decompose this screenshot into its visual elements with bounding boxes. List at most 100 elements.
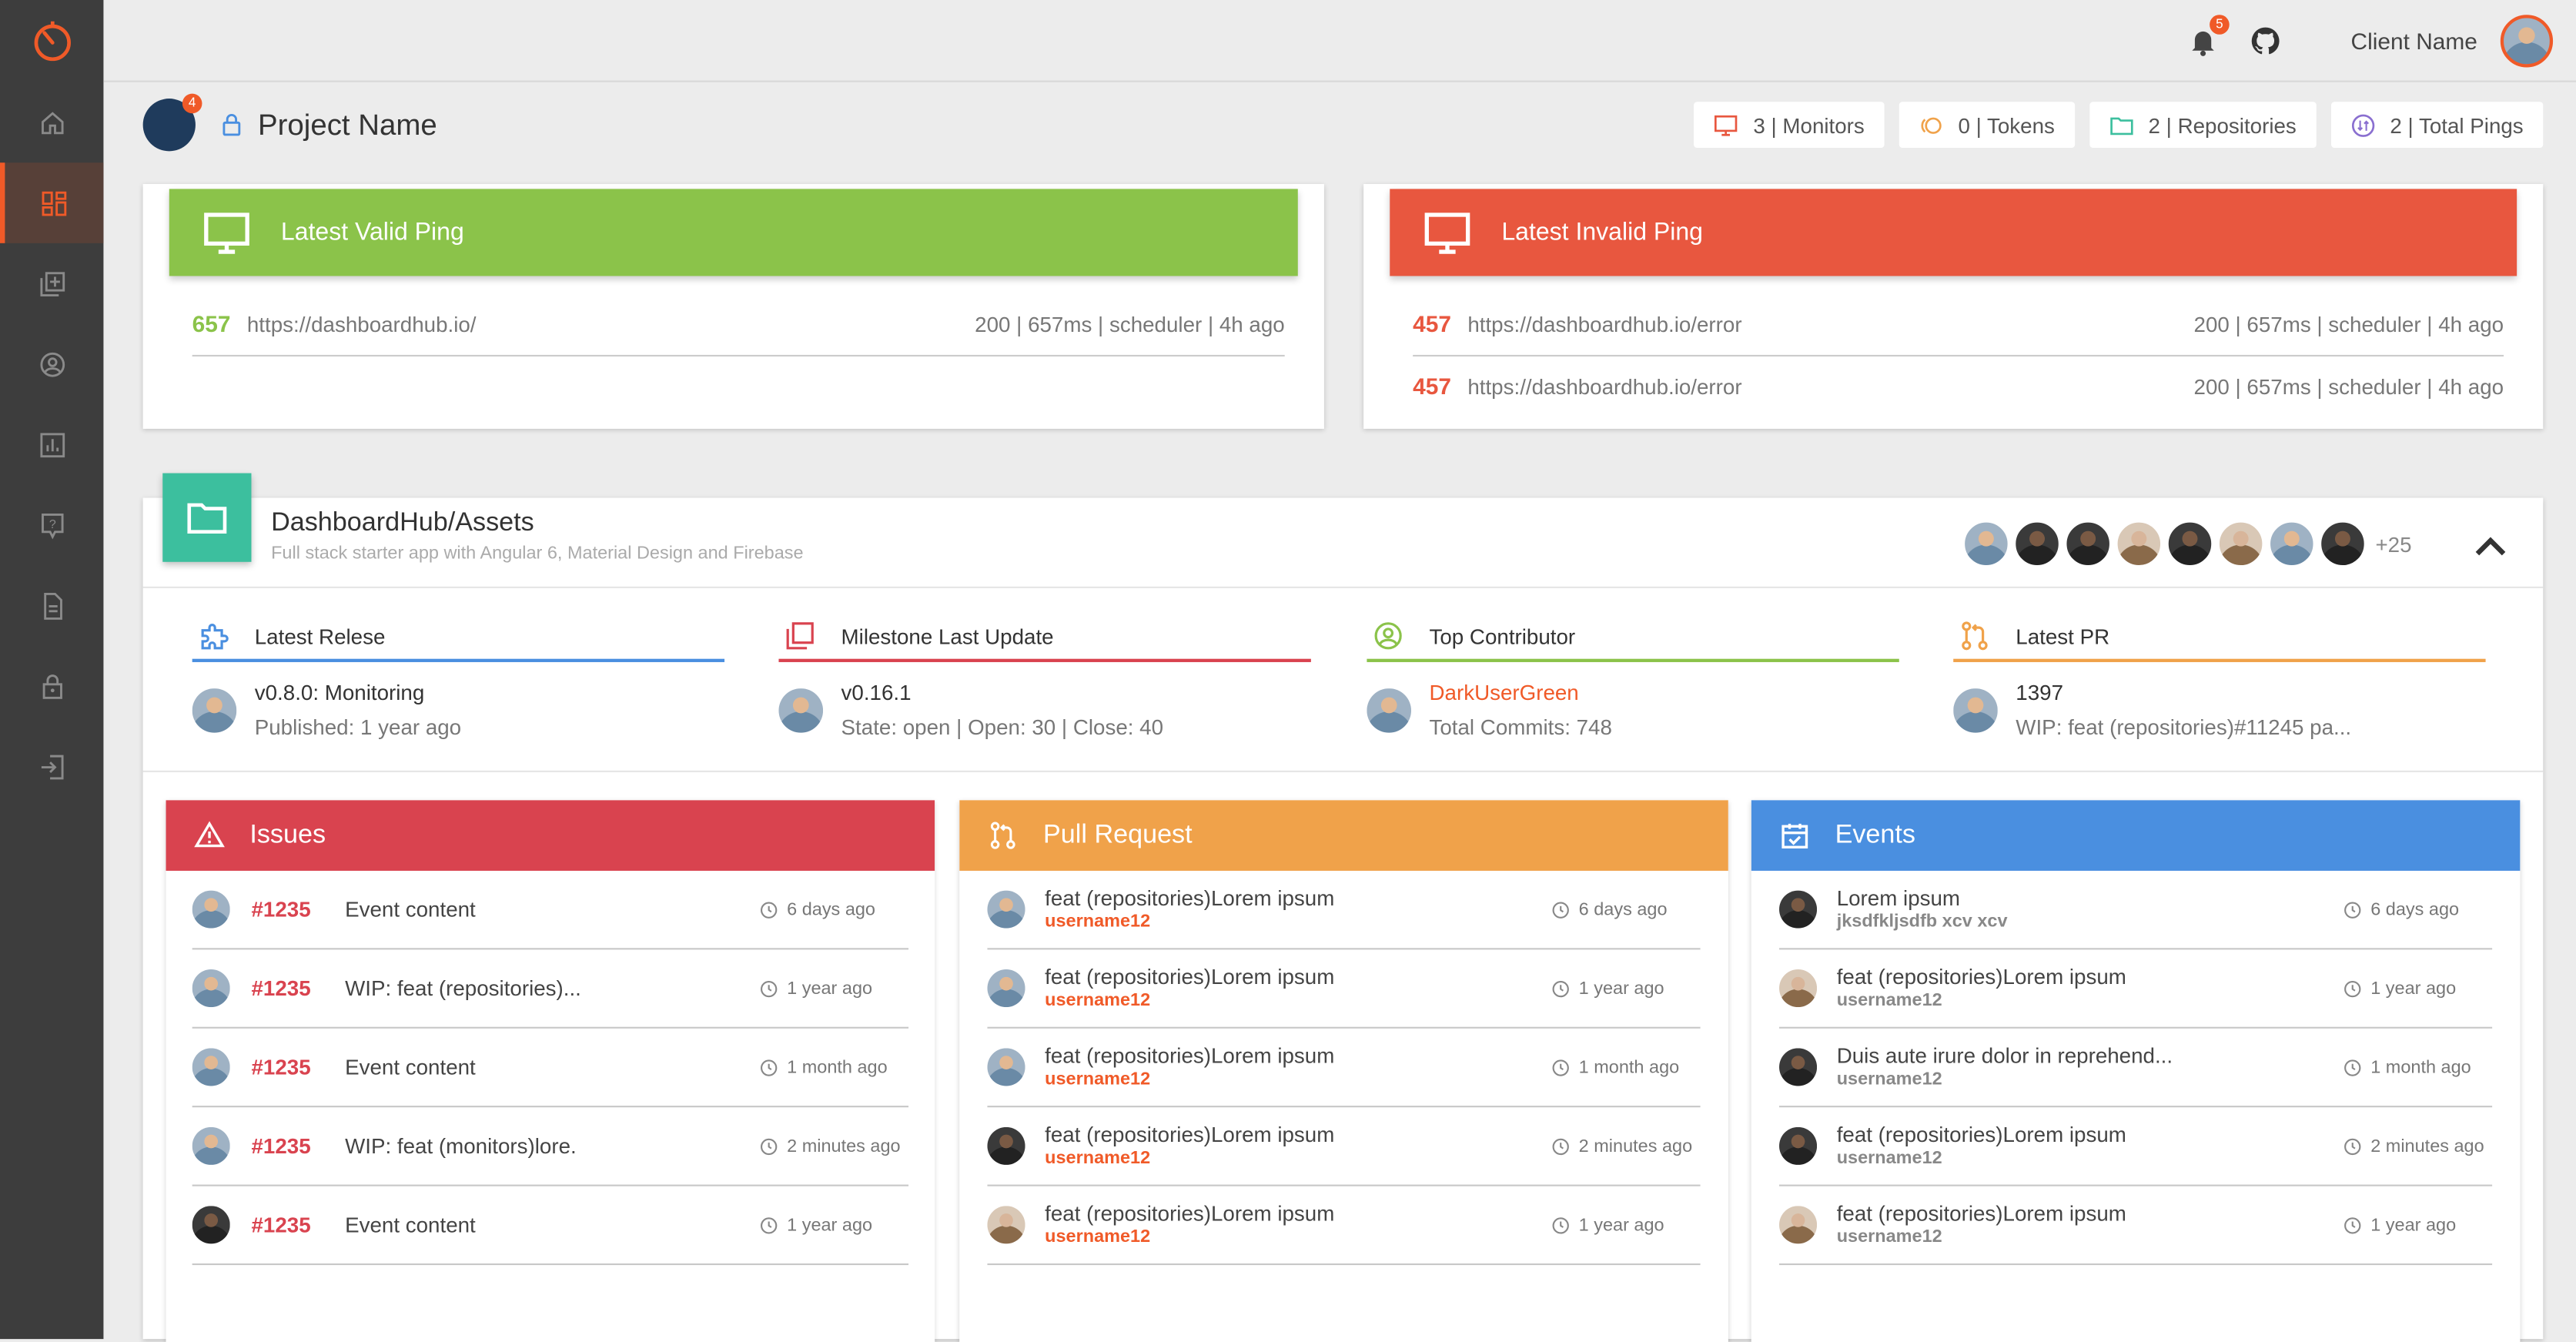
project-stats: 3 | Monitors 0 | Tokens 2 | Repositories… — [1694, 102, 2544, 149]
pings-stat[interactable]: 2 | Total Pings — [2330, 102, 2544, 149]
ping-row[interactable]: 457 https://dashboardhub.io/error 200 | … — [1413, 355, 2504, 417]
event-row[interactable]: Duis aute irure dolor in reprehend... use… — [1779, 1029, 2493, 1108]
issue-number[interactable]: #1235 — [251, 976, 345, 1001]
sidebar-item-account[interactable] — [0, 323, 103, 404]
event-user[interactable]: jksdfkljsdfb xcv xcv — [1837, 910, 2343, 933]
event-available-icon — [1781, 823, 1808, 848]
latest-pr-body: 1397 WIP: feat (repositories)#11245 pa..… — [1953, 675, 2485, 745]
pr-user[interactable]: username12 — [1045, 989, 1551, 1012]
event-row[interactable]: Lorem ipsum jksdfkljsdfb xcv xcv 6 days a… — [1779, 871, 2493, 950]
event-user[interactable]: username12 — [1837, 1068, 2343, 1091]
issue-row[interactable]: #1235 WIP: feat (repositories)... 1 year… — [192, 949, 909, 1029]
notifications-button[interactable]: 5 — [2186, 14, 2230, 57]
lock-icon — [42, 674, 62, 698]
pr-user[interactable]: username12 — [1045, 910, 1551, 933]
library-icon — [786, 622, 814, 650]
time-label: 2 minutes ago — [787, 1136, 901, 1156]
sidebar-item-home[interactable] — [0, 82, 103, 163]
repositories-stat[interactable]: 2 | Repositories — [2089, 102, 2317, 149]
issue-number[interactable]: #1235 — [251, 1133, 345, 1158]
top-bar: 5 Client Name — [103, 0, 2576, 82]
contributor-avatar[interactable] — [2319, 520, 2366, 567]
pull-request-row[interactable]: feat (repositories)Lorem ipsum username12… — [987, 949, 1701, 1029]
sidebar-item-security[interactable] — [0, 646, 103, 727]
issue-time: 2 minutes ago — [759, 1136, 908, 1156]
issue-row[interactable]: #1235 Event content 1 month ago — [192, 1029, 909, 1108]
contributor-name[interactable]: DarkUserGreen — [1429, 675, 1611, 710]
client-name[interactable]: Client Name — [2351, 27, 2477, 53]
pr-time: 1 year ago — [1551, 1215, 1700, 1235]
github-icon[interactable] — [2249, 24, 2282, 57]
event-row[interactable]: feat (repositories)Lorem ipsum username12… — [1779, 1107, 2493, 1186]
lock-icon[interactable] — [219, 112, 245, 138]
pull-request-row[interactable]: feat (repositories)Lorem ipsum username12… — [987, 1186, 1701, 1266]
release-name[interactable]: v0.8.0: Monitoring — [255, 675, 461, 710]
user-avatar[interactable] — [2500, 14, 2554, 67]
monitors-stat[interactable]: 3 | Monitors — [1694, 102, 1885, 149]
pr-number[interactable]: 1397 — [2016, 675, 2351, 710]
pr-user[interactable]: username12 — [1045, 1068, 1551, 1091]
issue-number[interactable]: #1235 — [251, 1055, 345, 1079]
contributor-avatar[interactable] — [2166, 520, 2213, 567]
issue-row[interactable]: #1235 Event content 1 year ago — [192, 1186, 909, 1266]
event-user[interactable]: username12 — [1837, 1226, 2343, 1249]
avatar — [192, 1126, 230, 1165]
issue-time: 1 year ago — [759, 1215, 908, 1235]
contributor-avatar[interactable] — [2065, 520, 2111, 567]
sidebar-item-dashboard[interactable] — [0, 162, 104, 243]
invalid-ping-title: Latest Invalid Ping — [1501, 218, 1703, 247]
issue-row[interactable]: #1235 WIP: feat (monitors)lore. 2 minute… — [192, 1107, 909, 1186]
sidebar-item-logout[interactable] — [0, 726, 103, 807]
project-badge: 4 — [182, 93, 202, 114]
event-user[interactable]: username12 — [1837, 989, 2343, 1012]
issue-number[interactable]: #1235 — [251, 1213, 345, 1237]
sidebar-item-reports[interactable] — [0, 404, 103, 485]
event-row[interactable]: feat (repositories)Lorem ipsum username12… — [1779, 1186, 2493, 1266]
sidebar-item-docs[interactable] — [0, 565, 103, 646]
milestone-state: State: open | Open: 30 | Close: 40 — [841, 715, 1164, 740]
pr-time: 1 month ago — [1551, 1057, 1700, 1077]
milestone-header: Milestone Last Update — [778, 613, 1311, 662]
avatar — [1953, 688, 1998, 732]
insert-chart-icon — [39, 432, 65, 457]
clock-icon — [2344, 1059, 2361, 1076]
ping-row[interactable]: 657 https://dashboardhub.io/ 200 | 657ms… — [192, 293, 1285, 357]
contributor-avatar[interactable] — [2014, 520, 2060, 567]
contributor-avatar[interactable] — [2217, 520, 2264, 567]
pull-request-row[interactable]: feat (repositories)Lorem ipsum username12… — [987, 1029, 1701, 1108]
pull-request-row[interactable]: feat (repositories)Lorem ipsum username12… — [987, 1107, 1701, 1186]
ping-url: https://dashboardhub.io/error — [1467, 311, 1742, 336]
valid-ping-card: Latest Valid Ping 657 https://dashboardh… — [142, 183, 1324, 429]
svg-text:?: ? — [49, 517, 55, 530]
latest-pr-header: Latest PR — [1953, 613, 2486, 662]
event-user[interactable]: username12 — [1837, 1146, 2343, 1170]
event-time: 1 month ago — [2343, 1057, 2492, 1077]
issue-number[interactable]: #1235 — [251, 897, 345, 922]
more-contributors[interactable]: +25 — [2375, 531, 2411, 556]
contributor-avatar[interactable] — [2116, 520, 2163, 567]
ping-meta: 200 | 657ms | scheduler | 4h ago — [975, 311, 1285, 336]
pr-user[interactable]: username12 — [1045, 1146, 1551, 1170]
avatar — [1779, 890, 1818, 929]
event-row[interactable]: feat (repositories)Lorem ipsum username12… — [1779, 949, 2493, 1029]
pull-request-row[interactable]: feat (repositories)Lorem ipsum username12… — [987, 871, 1701, 950]
contributor-commits: Total Commits: 748 — [1429, 715, 1612, 740]
contributor-avatar[interactable] — [2268, 520, 2315, 567]
time-label: 6 days ago — [787, 899, 876, 919]
pr-user[interactable]: username12 — [1045, 1226, 1551, 1249]
exit-icon — [40, 754, 63, 779]
latest-release-label: Latest Relese — [254, 623, 386, 648]
repository-title[interactable]: DashboardHub/Assets — [271, 510, 534, 539]
sidebar-item-help[interactable]: ? — [0, 485, 103, 566]
avatar — [192, 688, 237, 732]
contributor-avatar[interactable] — [1962, 520, 2009, 567]
sidebar-item-projects[interactable] — [0, 243, 103, 324]
milestone-section: Milestone Last Update v0.16.1 State: ope… — [778, 613, 1311, 745]
ping-row[interactable]: 457 https://dashboardhub.io/error 200 | … — [1413, 293, 2504, 357]
warning-icon — [194, 821, 225, 848]
app-logo[interactable] — [0, 0, 103, 82]
chevron-up-icon[interactable] — [2471, 527, 2510, 567]
issue-row[interactable]: #1235 Event content 6 days ago — [192, 871, 909, 950]
milestone-version[interactable]: v0.16.1 — [841, 675, 1163, 710]
tokens-stat[interactable]: 0 | Tokens — [1899, 102, 2075, 149]
